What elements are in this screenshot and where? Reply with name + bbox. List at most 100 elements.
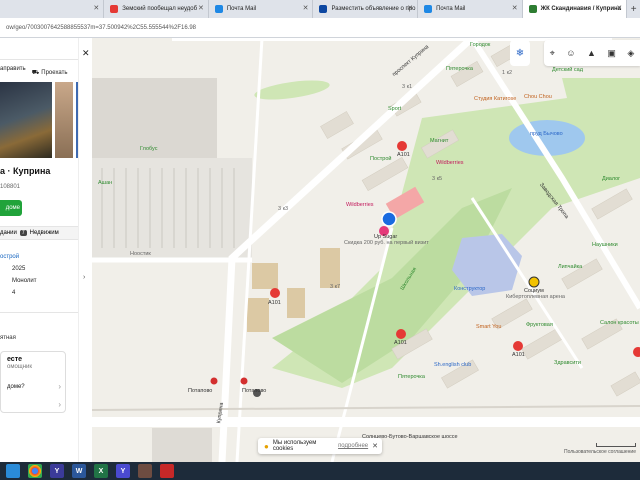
chrome-icon[interactable] <box>28 464 42 478</box>
tab-label: Почта Mail <box>226 6 257 12</box>
map-label-magnit: Магнит <box>430 138 449 144</box>
browser-tab-active[interactable]: ЖК Скандинавия / Куприна ✕ <box>522 0 628 18</box>
map-label-3k1: 3 к1 <box>402 84 413 90</box>
photo-second[interactable] <box>55 82 73 158</box>
panel-arrow-icon[interactable]: › <box>83 274 85 281</box>
about-building-button[interactable]: доме <box>0 200 22 216</box>
people-icon[interactable]: ☺ <box>566 48 575 58</box>
cookie-close-icon[interactable]: ✕ <box>372 442 378 450</box>
map-label-a101-top: А101 <box>397 152 410 158</box>
photo-main[interactable] <box>0 82 52 158</box>
tab-realty[interactable]: Недвижим <box>30 230 59 236</box>
map-label-dialog: Диалог <box>602 176 621 182</box>
parking-lot <box>92 158 252 258</box>
tab-label: Почта Mail <box>436 6 466 12</box>
browser-tab-2[interactable]: Земский пообещал неудоб ✕ <box>104 0 209 18</box>
industrial-area <box>152 428 212 462</box>
drive-action[interactable]: ⛟ Проехать <box>32 66 68 80</box>
browser-tab-1[interactable]: ✕ <box>0 0 105 18</box>
address-bar[interactable]: ow/geo/7003007642588855537m=37.500942%2C… <box>0 18 640 38</box>
cookie-more-link[interactable]: подробнее <box>338 443 368 449</box>
yandex-icon-label: Y <box>54 467 60 475</box>
map-drawing <box>92 38 640 462</box>
new-tab-plus-icon[interactable]: + <box>627 0 640 18</box>
map-label-potapovo-1: Потапово <box>188 388 213 394</box>
tab-close-icon[interactable]: ✕ <box>512 4 518 12</box>
map-label-wildberries: Wildberries <box>346 202 374 208</box>
map-label-up-sugar-sub: Скидка 200 руб. на первый визит <box>344 240 429 246</box>
browser-tab-5[interactable]: Почта Mail ✕ <box>418 0 523 18</box>
tab-close-icon[interactable]: ✕ <box>616 4 622 12</box>
map-label-a101-left: А101 <box>268 300 281 306</box>
browser-tab-4[interactable]: Разместить объявление о про ✕ <box>313 0 419 18</box>
map-label-3k3: 3 к3 <box>278 206 289 212</box>
map-label-pyaterochka-bottom: Пятерочка <box>398 374 425 380</box>
assistant-card-question: доме? <box>7 384 25 390</box>
map-label-konstruktor: Конструктор <box>454 286 486 292</box>
map-label-zdravsiti: Здравсити <box>554 360 581 366</box>
map-label-pond: пруд Бычово <box>530 131 563 137</box>
drive-action-label: Проехать <box>41 70 68 76</box>
tab-close-icon[interactable]: ✕ <box>93 4 99 12</box>
layers-icon[interactable]: ◈ <box>627 48 634 59</box>
route-action[interactable]: аправить <box>0 66 26 80</box>
info-value: Монолит <box>12 278 37 284</box>
tab-close-icon[interactable]: ✕ <box>407 4 413 12</box>
map-label-naushniki: Наушники <box>592 242 618 248</box>
ads-favicon-icon <box>319 5 328 13</box>
map-label-socium-sub: Кибертоплевная арена <box>506 294 565 300</box>
close-panel-icon[interactable]: ✕ <box>82 48 90 59</box>
map-label-3k5: 3 к5 <box>432 176 443 182</box>
map-label-3k7: 3 к7 <box>330 284 341 290</box>
map-label-noostik: Ноостик <box>130 251 151 257</box>
map-label-wildberries-top: Wildberries <box>436 160 464 166</box>
info-value: 4 <box>12 290 16 296</box>
assistant-card[interactable]: есте омощник › доме? › <box>0 351 66 413</box>
map-label-potapovo-2: Потапово <box>242 388 267 394</box>
word-icon-label: W <box>75 467 83 475</box>
location-pin-icon[interactable]: ⌖ <box>550 48 555 59</box>
media-icon[interactable] <box>138 464 152 478</box>
news-favicon-icon <box>110 5 119 13</box>
transport-icon[interactable]: ▣ <box>607 48 616 59</box>
info-key <box>0 290 6 296</box>
browser-tab-3[interactable]: Почта Mail ✕ <box>209 0 314 18</box>
map-label-lipchaika: Липчайка <box>558 264 583 270</box>
map-label-pyaterochka: Пятерочка <box>446 66 473 72</box>
map-label-chou-chou: Chou Chou <box>524 94 552 100</box>
excel-icon-label: X <box>98 467 104 475</box>
windows-start-icon[interactable] <box>6 464 20 478</box>
map-label-a101-mid: А101 <box>512 352 525 358</box>
word-icon[interactable]: W <box>72 464 86 478</box>
info-key <box>0 266 6 272</box>
pdf-icon[interactable] <box>160 464 174 478</box>
tab-buildings[interactable]: дании <box>0 230 17 236</box>
map-label-globus: Глобус <box>140 146 158 152</box>
chevron-right-icon[interactable]: › <box>58 382 61 391</box>
weather-button[interactable]: ❄ <box>510 40 530 66</box>
tab-close-icon[interactable]: ✕ <box>303 4 309 12</box>
map-label-1k2: 1 к2 <box>502 70 513 76</box>
chevron-right-icon[interactable]: › <box>58 400 61 409</box>
cookie-text: Мы используем cookies <box>272 440 317 452</box>
map-label-english-club: Sh.english club <box>434 362 472 368</box>
socium-marker <box>528 276 540 288</box>
mail-favicon-icon <box>424 5 433 13</box>
park-small <box>254 80 330 100</box>
tab-label: ЖК Скандинавия / Куприна <box>540 6 621 12</box>
map-label-postroy: Построй <box>370 156 392 162</box>
tab-close-icon[interactable]: ✕ <box>198 4 204 12</box>
mountain-icon[interactable]: ▲ <box>587 48 596 58</box>
map-copyright[interactable]: Пользовательское соглашение <box>564 449 636 455</box>
map-label-salon: Салон красоты <box>600 320 639 326</box>
yandex-icon[interactable]: Y <box>50 464 64 478</box>
assistant-card-heading: есте <box>7 356 23 363</box>
url-text: ow/geo/7003007642588855537m=37.500942%2C… <box>6 24 196 31</box>
info-value: 2025 <box>12 266 26 272</box>
car-icon: ⛟ <box>31 70 40 76</box>
map-canvas[interactable]: Городок Пятерочка Студия Катиrose Chou C… <box>92 38 640 462</box>
yandex-browser-icon[interactable]: Y <box>116 464 130 478</box>
browser-tab-strip: ✕ Земский пообещал неудоб ✕ Почта Mail ✕… <box>0 0 640 18</box>
excel-icon[interactable]: X <box>94 464 108 478</box>
info-key <box>0 278 6 284</box>
